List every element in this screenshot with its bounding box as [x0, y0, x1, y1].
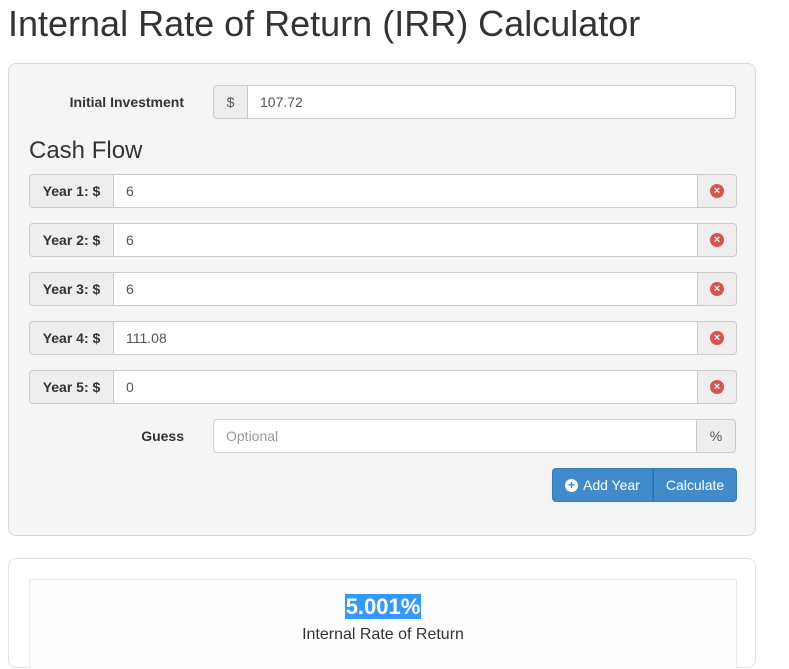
remove-year-button[interactable]: × — [698, 321, 737, 355]
cash-flow-input[interactable]: 6 — [113, 174, 698, 208]
cash-flow-row-year-5: Year 5: $ 0 × — [29, 370, 737, 404]
cash-flow-row-year-1: Year 1: $ 6 × — [29, 174, 737, 208]
remove-year-button[interactable]: × — [698, 223, 737, 257]
calculate-button[interactable]: Calculate — [652, 468, 738, 502]
initial-investment-input[interactable]: 107.72 — [247, 85, 736, 119]
remove-circle-icon: × — [710, 184, 724, 198]
year-label: Year 3: $ — [29, 272, 113, 306]
remove-circle-icon: × — [710, 233, 724, 247]
year-label: Year 5: $ — [29, 370, 113, 404]
cash-flow-row-year-4: Year 4: $ 111.08 × — [29, 321, 737, 355]
page-title: Internal Rate of Return (IRR) Calculator — [8, 3, 641, 44]
remove-year-button[interactable]: × — [698, 370, 737, 404]
remove-year-button[interactable]: × — [698, 174, 737, 208]
result-panel: 5.001% Internal Rate of Return — [8, 558, 756, 669]
guess-label: Guess — [141, 428, 184, 444]
guess-group: Optional % — [213, 419, 736, 453]
initial-investment-group: $ 107.72 — [213, 85, 736, 119]
action-button-group: + Add Year Calculate — [552, 468, 738, 502]
remove-circle-icon: × — [710, 282, 724, 296]
dollar-addon: $ — [213, 85, 247, 119]
add-year-button[interactable]: + Add Year — [552, 468, 653, 502]
year-label: Year 4: $ — [29, 321, 113, 355]
cash-flow-input[interactable]: 0 — [113, 370, 698, 404]
remove-circle-icon: × — [710, 331, 724, 345]
year-label: Year 2: $ — [29, 223, 113, 257]
irr-result-value: 5.001% — [30, 592, 736, 622]
percent-addon: % — [697, 419, 736, 453]
guess-input[interactable]: Optional — [213, 419, 697, 453]
add-year-label: Add Year — [583, 477, 640, 493]
year-label: Year 1: $ — [29, 174, 113, 208]
remove-year-button[interactable]: × — [698, 272, 737, 306]
cash-flow-row-year-3: Year 3: $ 6 × — [29, 272, 737, 306]
irr-result-caption: Internal Rate of Return — [302, 626, 464, 643]
cash-flow-heading: Cash Flow — [29, 137, 143, 164]
cash-flow-input[interactable]: 6 — [113, 272, 698, 306]
cash-flow-input[interactable]: 6 — [113, 223, 698, 257]
cash-flow-input[interactable]: 111.08 — [113, 321, 698, 355]
irr-result-text: 5.001% — [344, 594, 422, 619]
cash-flow-row-year-2: Year 2: $ 6 × — [29, 223, 737, 257]
result-well: 5.001% Internal Rate of Return — [29, 579, 737, 669]
plus-circle-icon: + — [565, 478, 578, 492]
initial-investment-label: Initial Investment — [69, 94, 184, 110]
remove-circle-icon: × — [710, 380, 724, 394]
irr-form-panel: Initial Investment $ 107.72 Cash Flow Ye… — [8, 63, 756, 536]
